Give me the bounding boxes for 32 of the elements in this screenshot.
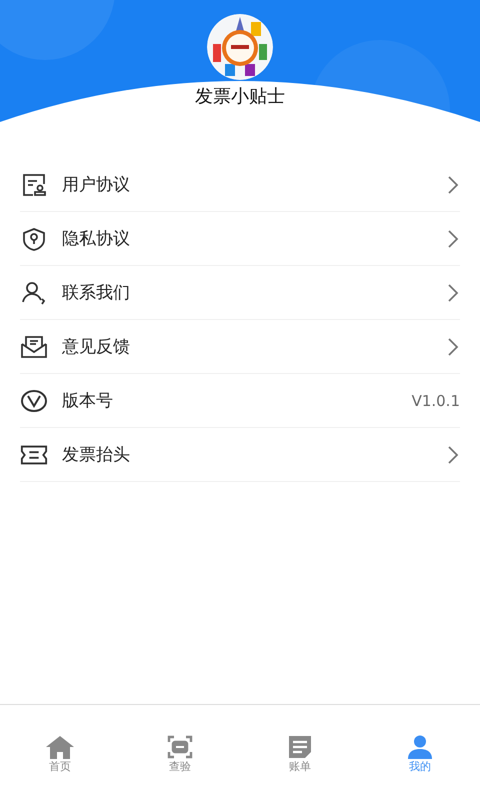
tab[interactable]: 账单 (287, 760, 313, 774)
scan-icon[interactable] (167, 735, 193, 759)
shield-icon (21, 226, 47, 250)
chevron-right-icon (446, 176, 460, 194)
menu-item[interactable]: 发票抬头 (20, 428, 460, 482)
chevron-right-icon (446, 446, 460, 464)
menu-label: 用户协议 (62, 174, 131, 196)
menu-label: 隐私协议 (62, 228, 131, 250)
menu-item[interactable]: 隐私协议 (20, 212, 460, 266)
menu-label: 意见反馈 (62, 336, 131, 358)
chevron-right-icon (446, 284, 460, 302)
app-title: 发票小贴士 (195, 86, 285, 108)
menu-item[interactable]: 联系我们 (20, 266, 460, 320)
menu-item[interactable]: 用户协议 (20, 158, 460, 212)
menu-label: 版本号 (62, 390, 114, 412)
version-icon (20, 388, 48, 412)
menu-label: 联系我们 (62, 282, 131, 304)
version-number: V1.0.1 (412, 392, 460, 410)
menu-item[interactable]: 版本号 V1.0.1 (20, 374, 460, 428)
chevron-right-icon (446, 230, 460, 248)
chevron-right-icon (446, 338, 460, 356)
home-icon[interactable] (45, 735, 75, 759)
person-icon (21, 280, 47, 304)
ticket-icon (20, 444, 48, 466)
document-icon (21, 172, 47, 196)
bill-icon[interactable] (288, 735, 312, 759)
menu-label: 发票抬头 (62, 444, 131, 466)
tab[interactable]: 查验 (167, 760, 193, 774)
menu-item[interactable]: 意见反馈 (20, 320, 460, 374)
tab[interactable]: 首页 (47, 760, 73, 774)
mail-icon (20, 334, 48, 358)
user-icon[interactable] (408, 735, 432, 759)
